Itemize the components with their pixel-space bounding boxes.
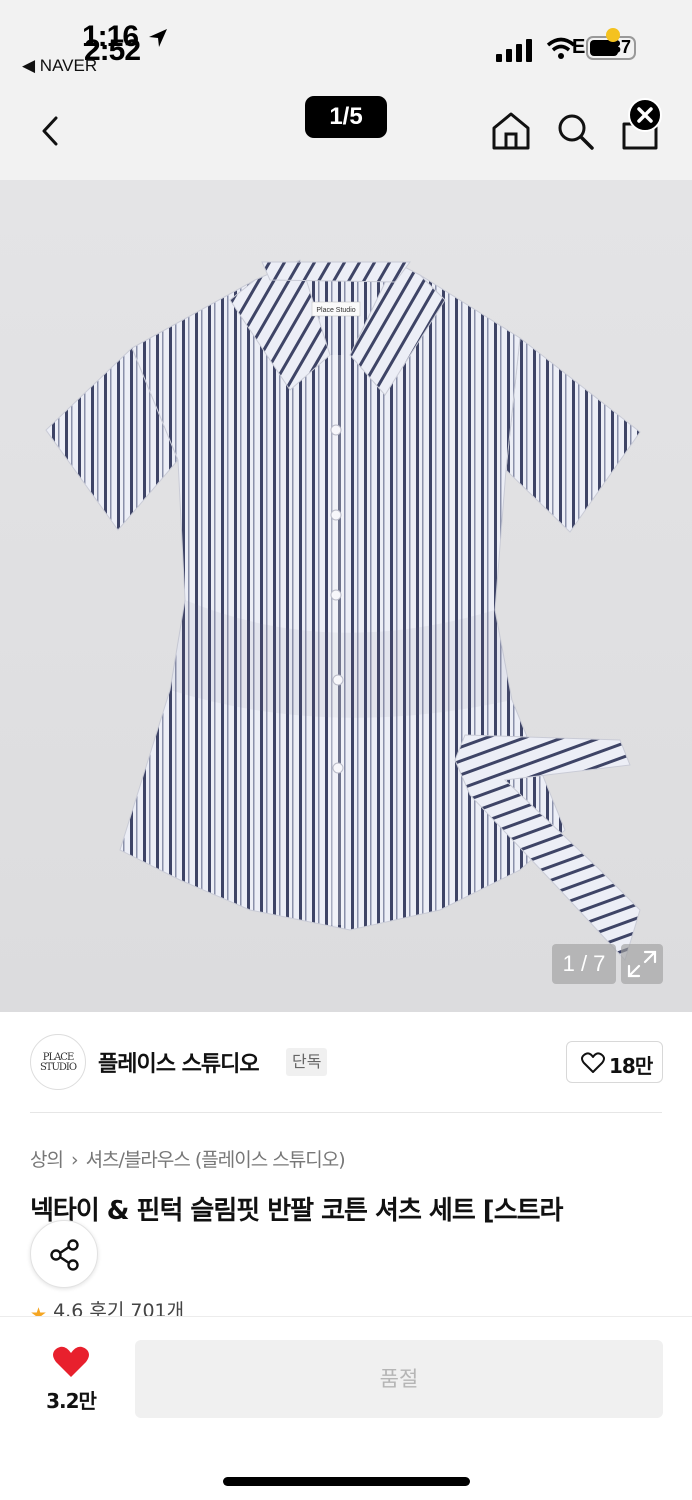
status-bar: 1:16 2:52 ◀ NAVER E 37 (0, 0, 692, 90)
image-counter: 1 / 7 (552, 944, 616, 984)
home-icon[interactable] (490, 110, 532, 152)
close-overlay-button[interactable] (628, 98, 662, 132)
rating-text: 4.6 후기 701개 (53, 1300, 185, 1316)
bottom-action-bar: 3.2만 품절 (0, 1316, 692, 1500)
breadcrumb-item-top[interactable]: 상의 (30, 1149, 64, 1171)
neck-label-text: Place Studio (316, 307, 355, 314)
recording-dot (606, 28, 620, 42)
store-favorite-count: 18만 (609, 1054, 653, 1078)
top-navigation: 1/5 (0, 90, 692, 180)
store-favorite-button[interactable]: 18만 (566, 1041, 663, 1083)
share-button[interactable] (30, 1220, 98, 1288)
store-name[interactable]: 플레이스 스튜디오 (98, 1046, 260, 1078)
close-icon (637, 107, 653, 123)
home-indicator (223, 1477, 470, 1486)
breadcrumb: 상의 › 셔츠/블라우스 (플레이스 스튜디오) (30, 1145, 346, 1172)
like-count: 3.2만 (46, 1389, 97, 1413)
location-arrow-icon (149, 29, 167, 47)
back-to-app-link[interactable]: ◀ NAVER (22, 56, 97, 76)
carrier-label: E (572, 36, 586, 58)
store-logo[interactable]: PLACE STUDIO (30, 1034, 86, 1090)
heart-outline-icon (581, 1052, 605, 1073)
battery-icon: 37 (586, 28, 636, 60)
product-image-gallery[interactable]: Place Studio 1 / 7 (0, 180, 692, 1012)
signal-icon (496, 39, 532, 62)
page-indicator: 1/5 (305, 96, 387, 138)
breadcrumb-item-shirts[interactable]: 셔츠/블라우스 (플레이스 스튜디오) (86, 1149, 346, 1171)
search-icon[interactable] (556, 112, 596, 152)
product-title: 넥타이 & 핀턱 슬림핏 반팔 코튼 셔츠 세트 [스트라 (30, 1196, 563, 1226)
share-icon (50, 1239, 79, 1271)
expand-icon (627, 950, 657, 978)
star-icon: ★ (30, 1304, 48, 1316)
expand-image-button[interactable] (621, 944, 663, 984)
sold-out-button[interactable]: 품절 (135, 1340, 663, 1418)
back-arrow-icon[interactable] (34, 114, 68, 148)
heart-filled-icon[interactable] (52, 1345, 90, 1379)
breadcrumb-separator: › (70, 1149, 79, 1171)
exclusive-badge: 단독 (286, 1048, 328, 1076)
divider (30, 1112, 662, 1113)
striped-shirt-image: Place Studio (45, 259, 641, 961)
rating-summary[interactable]: ★ 4.6 후기 701개 (30, 1300, 184, 1316)
